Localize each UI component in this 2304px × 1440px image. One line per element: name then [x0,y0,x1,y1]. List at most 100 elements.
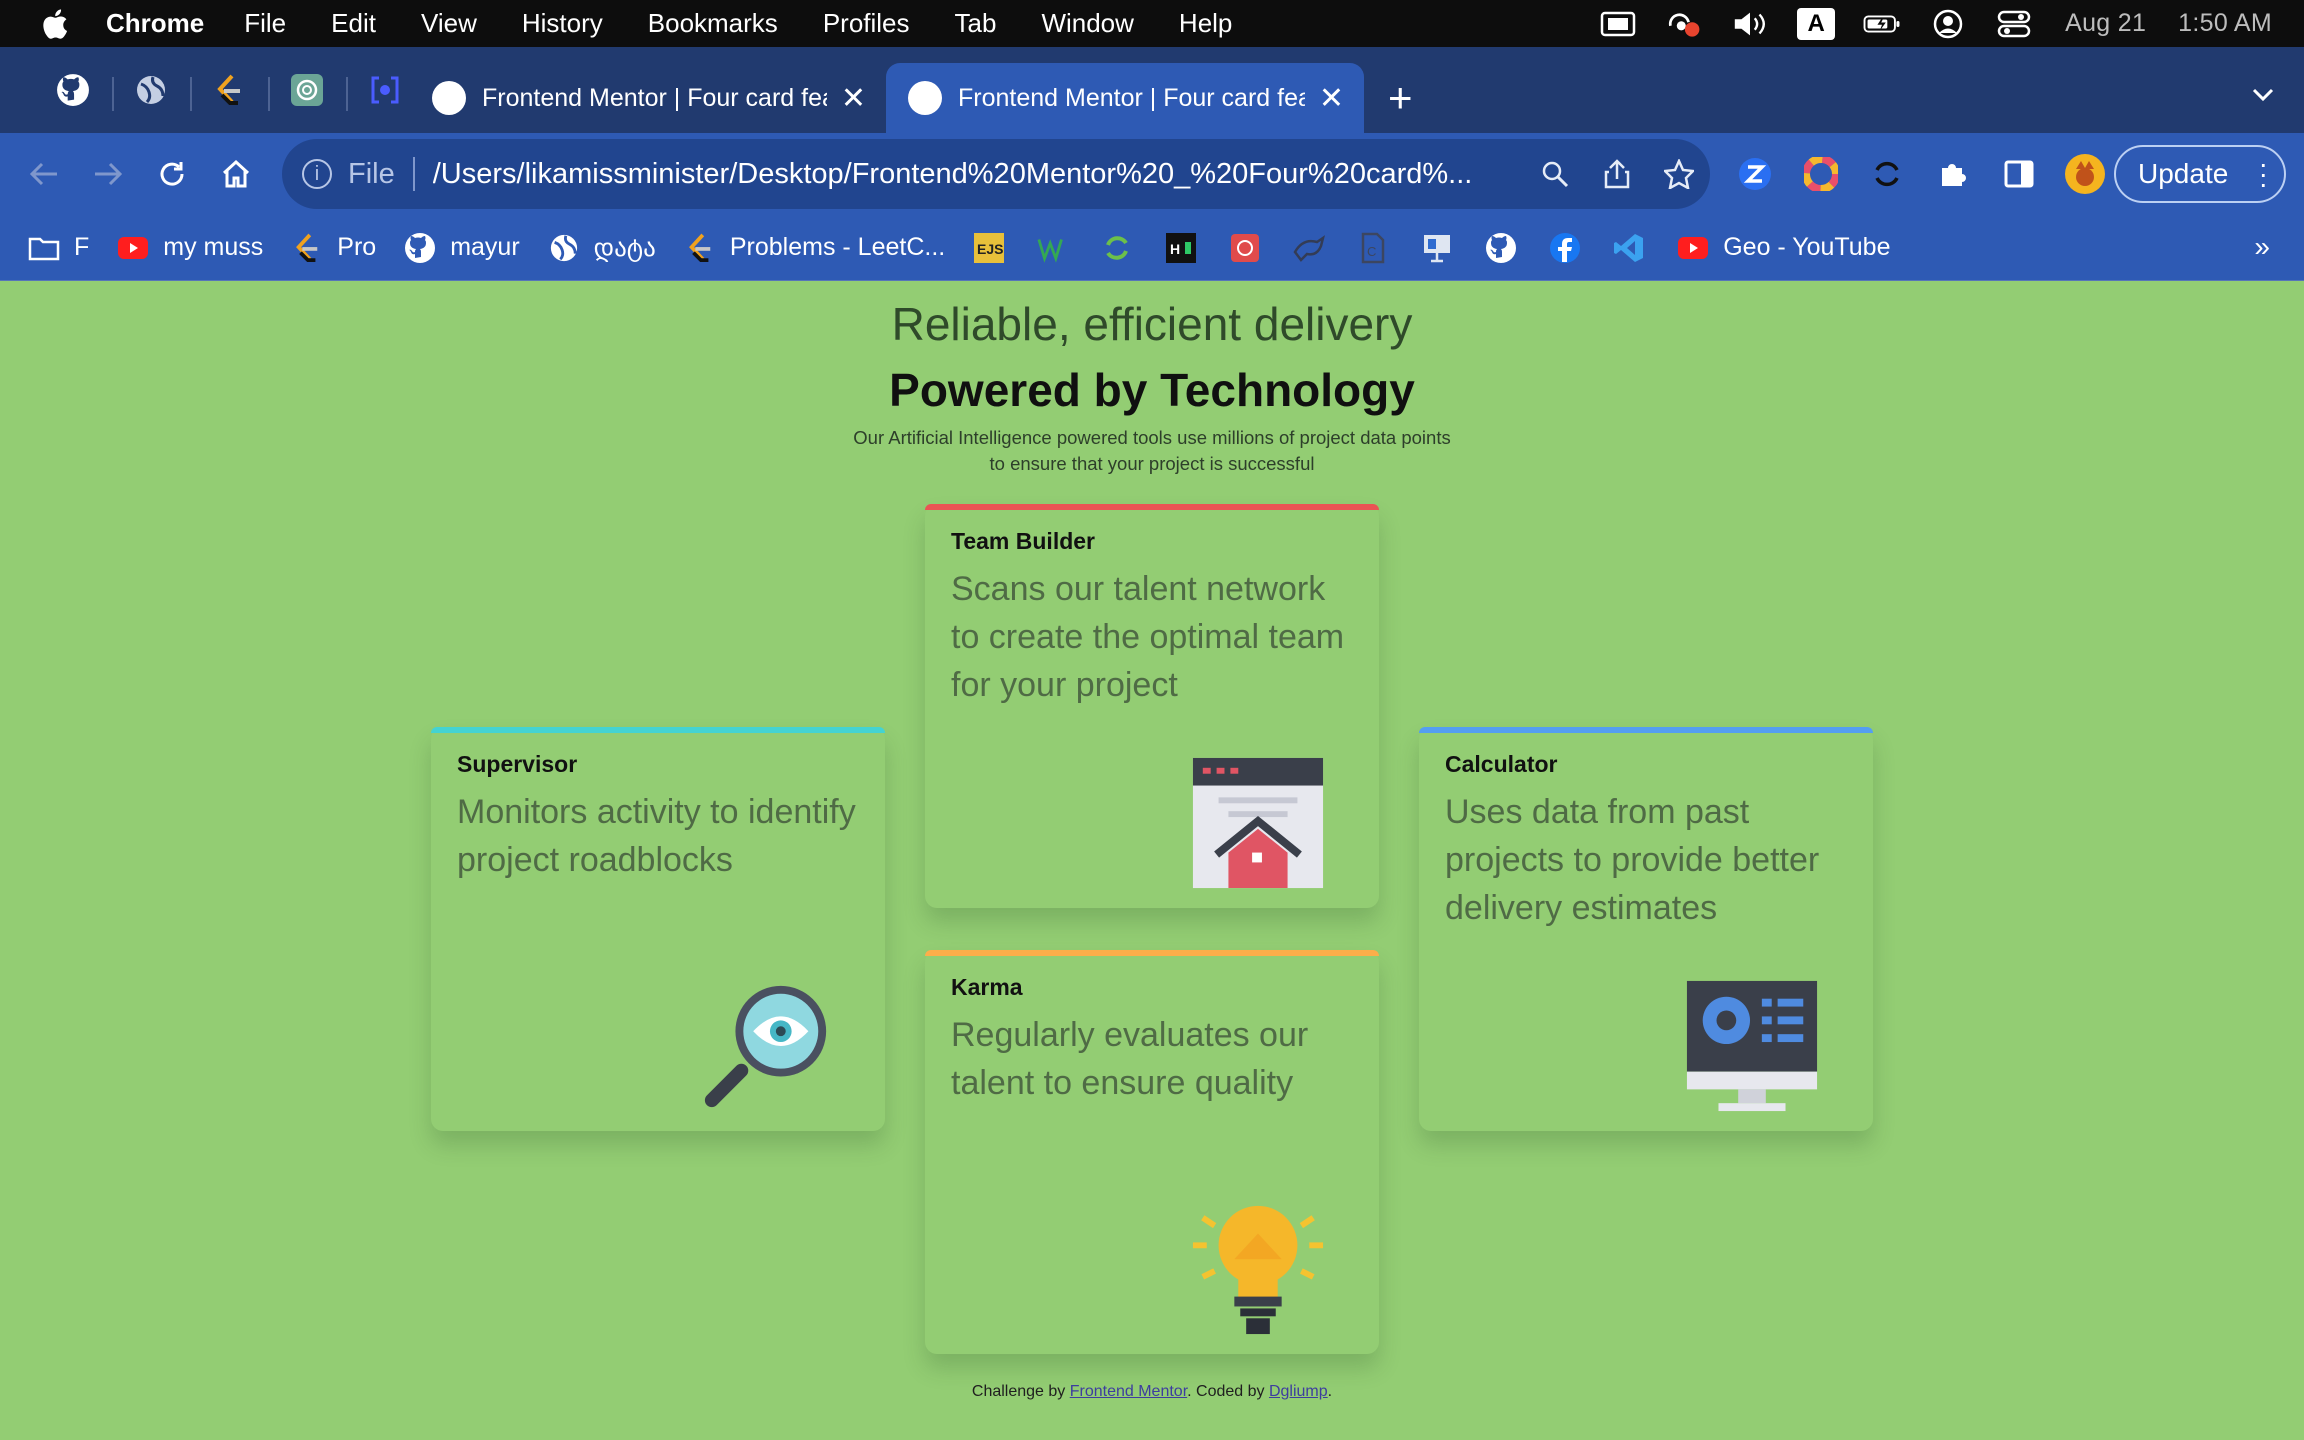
tab-frontend-mentor-active[interactable]: Frontend Mentor | Four card fea ✕ [886,63,1364,133]
youtube-icon [1677,232,1709,264]
volume-icon[interactable] [1731,9,1769,39]
menu-tab[interactable]: Tab [955,8,997,39]
url-text[interactable]: /Users/likamissminister/Desktop/Frontend… [433,158,1524,191]
w3schools-icon [1037,232,1069,264]
bookmark-refresh-site[interactable] [1101,232,1133,264]
bookmark-label: F [74,233,90,261]
extensions-puzzle-icon[interactable] [1932,153,1974,195]
bookmark-w3schools[interactable] [1037,232,1069,264]
bookmark-folder-f[interactable]: F [28,232,89,264]
z-extension-icon[interactable] [1734,153,1776,195]
bookmark-label: Problems - LeetC... [729,233,946,261]
dolphin-icon [1293,232,1326,264]
bookmark-vscode[interactable] [1613,232,1645,264]
feature-card-karma: Karma Regularly evaluates our talent to … [925,950,1379,1354]
control-center-icon[interactable] [1995,9,2033,39]
menu-bookmarks[interactable]: Bookmarks [648,8,778,39]
bookmark-label: დატა [593,233,656,262]
user-account-icon[interactable] [1929,9,1967,39]
bookmark-presentation[interactable] [1421,232,1453,264]
bookmark-github[interactable] [1485,232,1517,264]
site-info-icon[interactable]: i [302,159,332,189]
menu-view[interactable]: View [421,8,477,39]
pinned-tab-globe[interactable] [112,47,190,133]
bookmark-star-icon[interactable] [1648,159,1710,189]
menu-edit[interactable]: Edit [331,8,376,39]
svg-text:H: H [1170,241,1180,257]
bookmark-georgian[interactable]: დატა [548,232,656,264]
share-icon[interactable] [1586,159,1648,189]
zoom-icon[interactable] [1524,160,1586,188]
card-accent-bar [431,727,885,733]
pinned-tab-leetcode[interactable] [190,47,268,133]
home-button[interactable] [204,142,268,206]
hackerrank-icon: H [1165,232,1197,264]
browser-toolbar: i File /Users/likamissminister/Desktop/F… [0,133,2304,215]
svg-text:EJS: EJS [977,241,1003,257]
bookmark-label: my muss [163,233,264,261]
menu-window[interactable]: Window [1041,8,1133,39]
pinned-tab-github[interactable] [34,47,112,133]
bookmark-geo-youtube[interactable]: Geo - YouTube [1677,232,1890,264]
back-button[interactable] [12,142,76,206]
menu-history[interactable]: History [522,8,603,39]
page-intro: Our Artificial Intelligence powered tool… [853,427,1451,474]
extensions-area [1734,133,2106,215]
menu-help[interactable]: Help [1179,8,1232,39]
cloud-sync-icon[interactable] [1665,9,1703,39]
bookmark-problems-leetcode[interactable]: Problems - LeetC... [684,232,945,264]
card-description: Scans our talent network to create the o… [951,570,1345,704]
bookmark-dolphin[interactable] [1293,232,1326,264]
bookmark-my-muss[interactable]: my muss [117,232,263,264]
tab-search-chevron-icon[interactable] [2252,77,2274,109]
frontend-mentor-favicon [432,81,466,115]
battery-charging-icon[interactable] [1863,9,1901,39]
side-panel-icon[interactable] [1998,153,2040,195]
screen-mirror-icon[interactable] [1599,9,1637,39]
home-icon [222,159,250,188]
apple-icon[interactable] [38,7,70,41]
sync-extension-icon[interactable] [1866,153,1908,195]
leetcode-icon [291,232,323,264]
macos-menubar: Chrome File Edit View History Bookmarks … [0,0,2304,47]
chrome-menu-icon[interactable]: · · · [2259,150,2268,198]
bracket-app-icon [371,76,399,104]
menu-profiles[interactable]: Profiles [823,8,910,39]
more-bookmarks-chevron[interactable]: » [2254,231,2270,263]
update-chrome-button[interactable]: Update · · · [2114,145,2286,203]
menubar-app-name[interactable]: Chrome [106,8,204,39]
bookmark-mayur[interactable]: mayur [404,232,520,264]
forward-button[interactable] [76,142,140,206]
bookmark-red-app[interactable] [1229,232,1261,264]
frontend-mentor-link[interactable]: Frontend Mentor [1070,1383,1187,1400]
pinned-tab-chatgpt[interactable] [268,47,346,133]
bookmark-c-lang[interactable]: C [1357,232,1389,264]
color-wheel-extension-icon[interactable] [1800,153,1842,195]
card-title: Karma [951,974,1023,1000]
card-accent-bar [925,950,1379,956]
close-tab-icon[interactable]: ✕ [1319,81,1344,116]
bookmark-ejs[interactable]: EJS [973,232,1005,264]
card-title: Calculator [1445,751,1558,777]
author-link[interactable]: Dgliump [1269,1383,1328,1400]
new-tab-button[interactable]: + [1388,63,1413,133]
bookmarks-bar: F my muss Pro mayur დატა Problems - Leet… [0,215,2304,281]
profile-avatar[interactable] [2064,153,2106,195]
card-accent-bar [1419,727,1873,733]
menu-file[interactable]: File [244,8,286,39]
bookmark-label: Geo - YouTube [1723,233,1891,261]
forward-arrow-icon [95,162,123,186]
address-bar[interactable]: i File /Users/likamissminister/Desktop/F… [282,139,1710,209]
bookmark-hackerrank[interactable]: H [1165,232,1197,264]
close-tab-icon[interactable]: ✕ [841,81,866,116]
leetcode-icon [217,74,240,105]
menubar-time[interactable]: 1:50 AM [2178,9,2272,38]
tab-frontend-mentor-1[interactable]: Frontend Mentor | Four card fea ✕ [410,63,886,133]
reload-button[interactable] [140,142,204,206]
page-content: Reliable, efficient delivery Powered by … [0,281,2304,1440]
bookmark-pro[interactable]: Pro [291,232,376,264]
bookmark-facebook[interactable] [1549,232,1581,264]
menubar-date[interactable]: Aug 21 [2065,9,2146,38]
input-source-indicator[interactable]: A [1797,7,1836,40]
browser-tab-strip: Frontend Mentor | Four card fea ✕ Fronte… [0,47,2304,133]
